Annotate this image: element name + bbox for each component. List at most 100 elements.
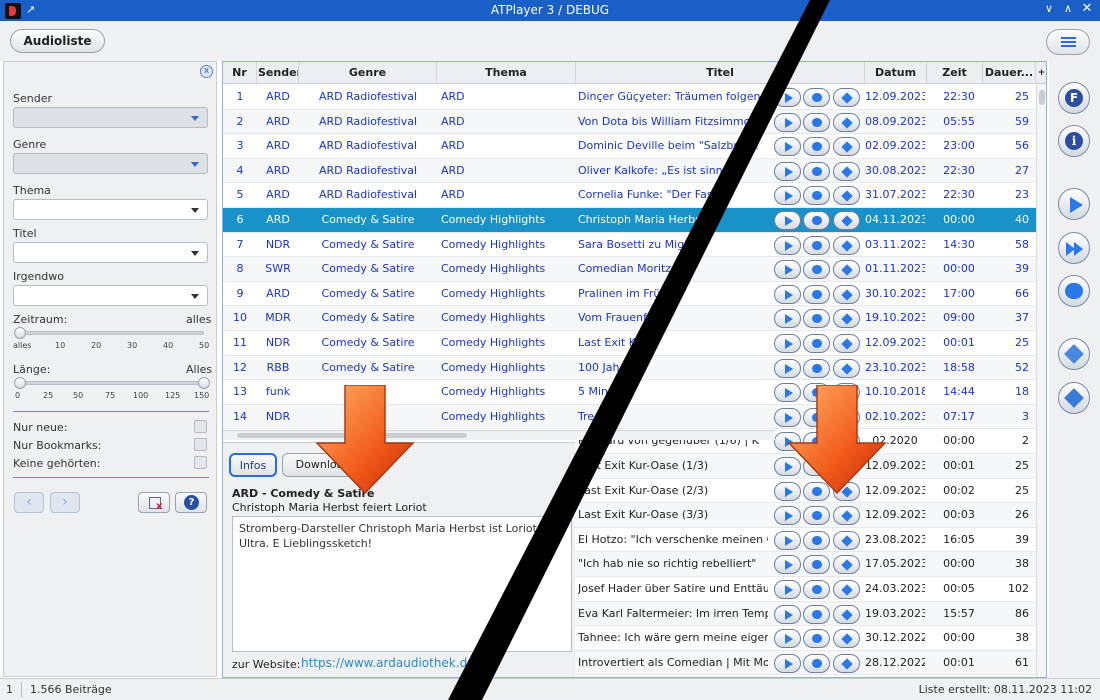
info-diamond-icon[interactable] bbox=[833, 161, 860, 181]
info-diamond-icon[interactable] bbox=[833, 88, 860, 107]
info-diamond-icon[interactable] bbox=[833, 653, 860, 673]
stop-button[interactable] bbox=[1058, 275, 1090, 307]
vertical-scroll-thumb[interactable] bbox=[1039, 90, 1045, 105]
play-icon[interactable] bbox=[774, 506, 801, 526]
minimize-button[interactable]: ∨ bbox=[1041, 2, 1057, 15]
table-row[interactable]: 5 ARD ARD Radiofestival ARD Cornelia Funke: … bbox=[223, 183, 1036, 208]
close-filter-icon[interactable]: x bbox=[200, 65, 213, 78]
thema-combo[interactable] bbox=[13, 199, 208, 220]
play-icon[interactable] bbox=[774, 530, 801, 550]
play-icon[interactable] bbox=[774, 137, 801, 157]
download-icon[interactable] bbox=[803, 137, 830, 157]
nur-bookmarks-checkbox[interactable] bbox=[194, 438, 207, 451]
zeitraum-slider[interactable] bbox=[18, 331, 204, 335]
play-icon[interactable] bbox=[774, 161, 801, 181]
col-sender[interactable]: Sender bbox=[258, 62, 299, 84]
genre-combo[interactable] bbox=[13, 153, 208, 174]
horizontal-scrollbar[interactable] bbox=[223, 430, 775, 440]
zeitraum-slider-handle[interactable] bbox=[14, 327, 26, 339]
sender-combo[interactable] bbox=[13, 107, 208, 128]
download-icon[interactable] bbox=[803, 186, 830, 206]
filter-toggle-button[interactable]: F bbox=[1058, 82, 1090, 114]
table-row[interactable]: 10 MDR Comedy & Satire Comedy Highlights Vom… bbox=[223, 306, 1036, 331]
website-link[interactable]: https://www.ardaudiothek.de/ bbox=[301, 656, 479, 670]
play-next-button[interactable] bbox=[1058, 232, 1090, 264]
play-icon[interactable] bbox=[774, 260, 801, 280]
tab-infos[interactable]: Infos bbox=[229, 453, 277, 477]
play-icon[interactable] bbox=[774, 211, 801, 230]
info-diamond-icon[interactable] bbox=[833, 260, 860, 280]
download-icon[interactable] bbox=[803, 629, 830, 649]
table-row[interactable]: 6 ARD Comedy & Satire Comedy Highlights Chri… bbox=[223, 208, 1036, 233]
download-icon[interactable] bbox=[803, 530, 830, 550]
table-row[interactable]: 12 RBB Comedy & Satire Comedy Highlights 100… bbox=[223, 355, 1036, 381]
info-diamond-icon[interactable] bbox=[833, 580, 860, 599]
col-zeit[interactable]: Zeit bbox=[927, 62, 983, 84]
col-titel[interactable]: Titel bbox=[576, 62, 865, 84]
download-icon[interactable] bbox=[803, 358, 830, 378]
download-icon[interactable] bbox=[803, 235, 830, 255]
irgendwo-combo[interactable] bbox=[13, 285, 208, 306]
table-row[interactable]: 4 ARD ARD Radiofestival ARD Oliver Kalkofe: … bbox=[223, 158, 1036, 184]
info-diamond-icon[interactable] bbox=[833, 284, 860, 304]
play-icon[interactable] bbox=[774, 112, 801, 132]
play-icon[interactable] bbox=[774, 235, 801, 255]
titel-combo[interactable] bbox=[13, 242, 208, 263]
menu-button[interactable] bbox=[1046, 29, 1090, 55]
vertical-scrollbar[interactable] bbox=[1036, 84, 1046, 677]
table-row[interactable]: 2 ARD ARD Radiofestival ARD Von Dota bis Wil… bbox=[223, 109, 1036, 135]
download-icon[interactable] bbox=[803, 161, 830, 181]
play-icon[interactable] bbox=[774, 555, 801, 575]
play-icon[interactable] bbox=[774, 284, 801, 304]
table-row[interactable]: 3 ARD ARD Radiofestival ARD Dominic Deville … bbox=[223, 134, 1036, 159]
detail-description[interactable]: Stromberg-Darsteller Christoph Maria Her… bbox=[232, 516, 572, 652]
play-icon[interactable] bbox=[774, 629, 801, 649]
table-row[interactable]: 8 SWR Comedy & Satire Comedy Highlights Come… bbox=[223, 257, 1036, 282]
download-icon[interactable] bbox=[803, 653, 830, 673]
col-datum[interactable]: Datum bbox=[865, 62, 927, 84]
download-icon[interactable] bbox=[803, 88, 830, 107]
col-thema[interactable]: Thema bbox=[437, 62, 576, 84]
audioliste-button[interactable]: Audioliste bbox=[10, 29, 105, 53]
info-diamond-icon[interactable] bbox=[833, 309, 860, 329]
column-menu-icon[interactable]: + bbox=[1036, 62, 1046, 84]
download-icon[interactable] bbox=[803, 112, 830, 132]
keine-gehoerten-checkbox[interactable] bbox=[194, 456, 207, 469]
play-icon[interactable] bbox=[774, 358, 801, 378]
play-icon[interactable] bbox=[774, 88, 801, 107]
play-icon[interactable] bbox=[774, 653, 801, 673]
play-icon[interactable] bbox=[774, 186, 801, 206]
download-icon[interactable] bbox=[803, 211, 830, 230]
info-button[interactable]: i bbox=[1058, 125, 1090, 157]
help-button[interactable]: ? bbox=[175, 492, 207, 513]
download-icon[interactable] bbox=[803, 506, 830, 526]
info-diamond-icon[interactable] bbox=[833, 555, 860, 575]
download-icon[interactable] bbox=[803, 284, 830, 304]
info-diamond-icon[interactable] bbox=[833, 137, 860, 157]
nur-neue-checkbox[interactable] bbox=[194, 420, 207, 433]
laenge-slider-max-handle[interactable] bbox=[198, 377, 210, 389]
col-nr[interactable]: Nr bbox=[223, 62, 257, 84]
info-diamond-icon[interactable] bbox=[833, 186, 860, 206]
download-icon[interactable] bbox=[803, 580, 830, 599]
info-diamond-icon[interactable] bbox=[833, 358, 860, 378]
info-diamond-icon[interactable] bbox=[833, 235, 860, 255]
download-button[interactable] bbox=[1058, 382, 1090, 414]
download-icon[interactable] bbox=[803, 309, 830, 329]
table-row[interactable]: 9 ARD Comedy & Satire Comedy Highlights Pral… bbox=[223, 282, 1036, 307]
info-diamond-icon[interactable] bbox=[833, 604, 860, 624]
download-icon[interactable] bbox=[803, 260, 830, 280]
col-dauer[interactable]: Dauer... bbox=[983, 62, 1036, 84]
info-diamond-icon[interactable] bbox=[833, 334, 860, 353]
info-diamond-icon[interactable] bbox=[833, 506, 860, 526]
info-diamond-icon[interactable] bbox=[833, 112, 860, 132]
play-button[interactable] bbox=[1058, 188, 1090, 220]
delete-filter-button[interactable]: x bbox=[138, 492, 170, 513]
info-diamond-icon[interactable] bbox=[833, 530, 860, 550]
table-row[interactable]: 11 NDR Comedy & Satire Comedy Highlights Las… bbox=[223, 331, 1036, 356]
col-genre[interactable]: Genre bbox=[299, 62, 437, 84]
laenge-slider-min-handle[interactable] bbox=[14, 377, 26, 389]
download-icon[interactable] bbox=[803, 604, 830, 624]
laenge-slider[interactable] bbox=[18, 381, 204, 385]
filter-back-button[interactable]: ‹ bbox=[14, 492, 44, 513]
